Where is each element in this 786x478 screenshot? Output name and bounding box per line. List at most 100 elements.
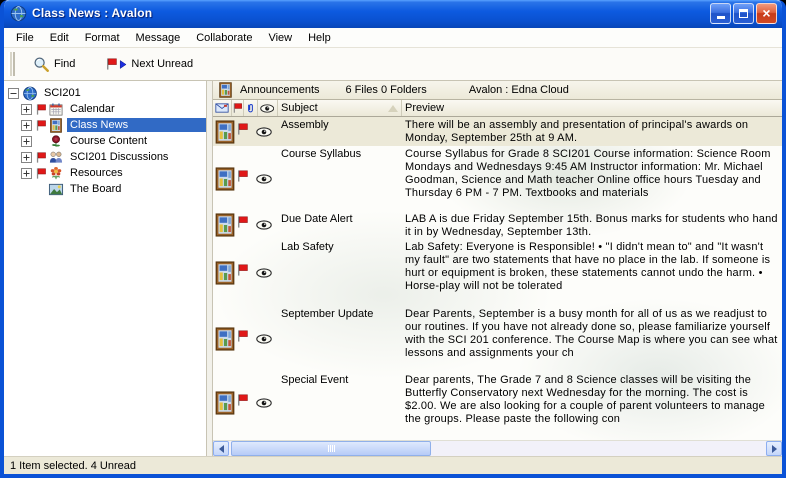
status-text: 1 Item selected. 4 Unread <box>10 460 136 472</box>
message-row-course-syllabus[interactable]: Course Syllabus Course Syllabus for Grad… <box>213 146 782 211</box>
message-preview: There will be an assembly and presentati… <box>402 117 782 146</box>
maximize-button[interactable] <box>733 3 754 24</box>
message-row-lab-safety[interactable]: Lab Safety Lab Safety: Everyone is Respo… <box>213 239 782 306</box>
window-controls: × <box>710 3 777 24</box>
unread-flag-icon <box>236 122 249 136</box>
subject-column-header[interactable]: Subject <box>278 100 402 116</box>
flag-column-header[interactable] <box>232 100 244 116</box>
preview-column-header[interactable]: Preview <box>402 100 782 116</box>
tree-item-label: Course Content <box>67 134 150 148</box>
message-row-due-date-alert[interactable]: Due Date Alert LAB A is due Friday Septe… <box>213 211 782 239</box>
find-label: Find <box>54 58 75 70</box>
collapse-icon[interactable] <box>8 88 19 99</box>
menu-item-collaborate[interactable]: Collaborate <box>188 30 260 46</box>
maximize-icon <box>739 9 748 18</box>
tree-item-sci201[interactable]: SCI201 <box>4 85 206 101</box>
viewed-column-header[interactable] <box>258 100 278 116</box>
message-preview: Lab Safety: Everyone is Responsible! • "… <box>402 239 782 306</box>
panel-header: Announcements 6 Files 0 Folders Avalon :… <box>213 81 782 100</box>
toolbar-grip[interactable] <box>8 52 15 76</box>
scroll-left-button[interactable] <box>213 441 229 456</box>
menu-item-edit[interactable]: Edit <box>42 30 77 46</box>
tree-item-the-board[interactable]: The Board <box>4 181 206 197</box>
server-location: Avalon : Edna Cloud <box>469 84 569 96</box>
tree-item-label: SCI201 Discussions <box>67 150 171 164</box>
message-subject: Lab Safety <box>278 239 402 306</box>
rose-icon <box>48 134 64 149</box>
app-window: Class News : Avalon × File Edit Format M… <box>0 0 786 478</box>
flower-icon <box>48 166 64 181</box>
menu-item-file[interactable]: File <box>8 30 42 46</box>
tree-item-resources[interactable]: Resources <box>4 165 206 181</box>
unread-flag-icon <box>236 263 249 277</box>
message-subject: Special Event <box>278 372 402 433</box>
globe-app-icon <box>10 5 27 22</box>
tree-item-course-content[interactable]: Course Content <box>4 133 206 149</box>
minimize-icon <box>717 16 725 19</box>
bulletin-icon <box>215 167 235 191</box>
message-row-september-update[interactable]: September Update Dear Parents, September… <box>213 306 782 372</box>
menu-item-message[interactable]: Message <box>128 30 189 46</box>
globe-icon <box>22 86 38 101</box>
pane-splitter[interactable] <box>206 81 213 456</box>
unread-flag-icon <box>236 169 249 183</box>
expand-icon[interactable] <box>21 168 32 179</box>
status-bar: 1 Item selected. 4 Unread <box>4 456 782 474</box>
tree-item-sci201-discussions[interactable]: SCI201 Discussions <box>4 149 206 165</box>
panel-title: Announcements <box>240 84 320 96</box>
expand-icon[interactable] <box>21 104 32 115</box>
toolbar: Find Next Unread <box>4 48 782 81</box>
message-subject: Due Date Alert <box>278 211 402 239</box>
tree-root-label: SCI201 <box>41 86 84 100</box>
envelope-column-header[interactable] <box>213 100 232 116</box>
next-unread-icon <box>105 57 127 71</box>
title-bar[interactable]: Class News : Avalon × <box>4 0 782 28</box>
close-button[interactable]: × <box>756 3 777 24</box>
unread-flag-icon <box>236 215 249 229</box>
expand-icon[interactable] <box>21 120 32 131</box>
tree-item-calendar[interactable]: Calendar <box>4 101 206 117</box>
tree-item-label: The Board <box>67 182 124 196</box>
menu-item-view[interactable]: View <box>260 30 300 46</box>
find-button[interactable]: Find <box>25 53 83 76</box>
message-row-assembly[interactable]: Assembly There will be an assembly and p… <box>213 117 782 146</box>
tree-item-class-news[interactable]: Class News <box>4 117 206 133</box>
announcements-icon <box>218 82 233 98</box>
calendar-icon <box>48 102 64 117</box>
scroll-right-button[interactable] <box>766 441 782 456</box>
attachment-column-header[interactable] <box>244 100 258 116</box>
eye-icon <box>256 127 272 137</box>
message-preview: Dear parents, The Grade 7 and 8 Science … <box>402 372 782 433</box>
unread-flag-icon <box>35 167 47 180</box>
scrollbar-track[interactable] <box>229 441 766 456</box>
unread-flag-icon <box>236 329 249 343</box>
message-preview: Dear Parents, September is a busy month … <box>402 306 782 372</box>
column-header-row: Subject Preview <box>213 100 782 117</box>
eye-icon <box>256 220 272 230</box>
tree-items: Calendar Class News Course Content SCI20… <box>4 101 206 197</box>
scrollbar-thumb[interactable] <box>231 441 431 456</box>
paperclip-icon <box>246 102 255 115</box>
next-unread-button[interactable]: Next Unread <box>97 54 201 74</box>
message-subject: Course Syllabus <box>278 146 402 211</box>
expand-icon[interactable] <box>21 152 32 163</box>
unread-flag-icon <box>35 103 47 116</box>
unread-flag-icon <box>236 393 249 407</box>
eye-icon <box>260 104 275 113</box>
message-list-pane: Announcements 6 Files 0 Folders Avalon :… <box>213 81 782 456</box>
people-icon <box>48 150 64 165</box>
menu-item-help[interactable]: Help <box>300 30 339 46</box>
minimize-button[interactable] <box>710 3 731 24</box>
close-icon: × <box>762 6 770 20</box>
expand-icon[interactable] <box>21 136 32 147</box>
tree-item-label: Class News <box>67 118 206 132</box>
eye-icon <box>256 268 272 278</box>
bulletin-icon <box>215 213 235 237</box>
tree-item-label: Resources <box>67 166 126 180</box>
menu-item-format[interactable]: Format <box>77 30 128 46</box>
subject-header-label: Subject <box>281 102 318 114</box>
message-preview: LAB A is due Friday September 15th. Bonu… <box>402 211 782 239</box>
horizontal-scrollbar[interactable] <box>213 440 782 456</box>
message-preview: Course Syllabus for Grade 8 SCI201 Cours… <box>402 146 782 211</box>
message-row-special-event[interactable]: Special Event Dear parents, The Grade 7 … <box>213 372 782 433</box>
